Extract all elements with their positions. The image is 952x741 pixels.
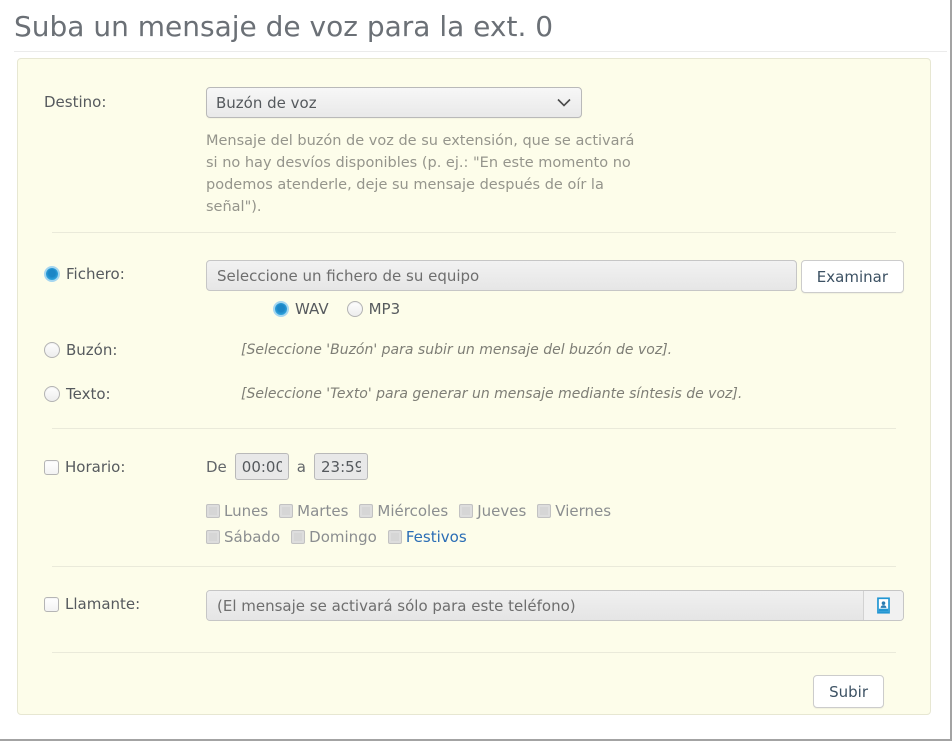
mp3-radio[interactable] xyxy=(347,301,363,317)
horario-label: Horario: xyxy=(65,458,125,476)
festivos-checkbox[interactable] xyxy=(388,530,402,544)
lunes-checkbox[interactable] xyxy=(206,504,220,518)
day-item-domingo: Domingo xyxy=(291,528,377,546)
buzon-hint: [Seleccione 'Buzón' para subir un mensaj… xyxy=(241,336,904,358)
destino-selected-value: Buzón de voz xyxy=(216,94,317,112)
destino-label: Destino: xyxy=(44,93,106,111)
contacts-button[interactable] xyxy=(863,591,903,620)
day-item-lunes: Lunes xyxy=(206,502,268,520)
browse-button[interactable]: Examinar xyxy=(801,260,904,293)
file-input[interactable] xyxy=(206,260,797,291)
buzon-label: Buzón: xyxy=(66,341,117,359)
jueves-label: Jueves xyxy=(477,502,526,520)
caller-input-group xyxy=(206,590,904,621)
martes-label: Martes xyxy=(297,502,348,520)
destino-help-text: Mensaje del buzón de voz de su extensión… xyxy=(206,130,648,218)
texto-row: Texto: [Seleccione 'Texto' para generar … xyxy=(44,380,904,403)
section-divider xyxy=(52,652,896,653)
form-actions: Subir xyxy=(44,675,904,708)
submit-button[interactable]: Subir xyxy=(813,675,884,708)
day-item-sabado: Sábado xyxy=(206,528,280,546)
address-book-icon xyxy=(875,597,892,614)
time-to-label: a xyxy=(297,458,306,476)
jueves-checkbox[interactable] xyxy=(459,504,473,518)
lunes-label: Lunes xyxy=(224,502,268,520)
destino-select[interactable]: Buzón de voz xyxy=(206,87,582,118)
time-from-label: De xyxy=(206,458,227,476)
day-item-martes: Martes xyxy=(279,502,348,520)
section-divider xyxy=(52,232,896,233)
wav-radio[interactable] xyxy=(273,301,289,317)
horario-row: Horario: De a Lunes xyxy=(44,453,904,554)
time-to-input[interactable] xyxy=(314,453,368,480)
llamante-checkbox[interactable] xyxy=(44,597,59,612)
format-row: WAV MP3 xyxy=(273,300,904,318)
window: Suba un mensaje de voz para la ext. 0 De… xyxy=(0,0,952,741)
fichero-row: Fichero: Examinar WAV MP3 xyxy=(44,260,904,318)
festivos-link[interactable]: Festivos xyxy=(406,528,467,546)
mp3-label: MP3 xyxy=(369,300,401,318)
page-title: Suba un mensaje de voz para la ext. 0 xyxy=(0,0,950,51)
upload-form-panel: Destino: Buzón de voz Mensaje del buzón … xyxy=(17,58,931,715)
domingo-label: Domingo xyxy=(309,528,377,546)
llamante-row: Llamante: xyxy=(44,590,904,621)
texto-hint: [Seleccione 'Texto' para generar un mens… xyxy=(241,380,904,402)
days-selector: Lunes Martes Miércoles Jueves xyxy=(206,502,904,546)
texto-label: Texto: xyxy=(66,385,111,403)
viernes-label: Viernes xyxy=(555,502,611,520)
section-divider xyxy=(52,428,896,429)
day-item-festivos: Festivos xyxy=(388,528,467,546)
time-range: De a xyxy=(206,453,904,480)
sabado-label: Sábado xyxy=(224,528,280,546)
day-item-miercoles: Miércoles xyxy=(359,502,448,520)
buzon-radio[interactable] xyxy=(44,342,60,358)
miercoles-label: Miércoles xyxy=(377,502,448,520)
domingo-checkbox[interactable] xyxy=(291,530,305,544)
day-item-jueves: Jueves xyxy=(459,502,526,520)
title-divider xyxy=(14,51,947,52)
miercoles-checkbox[interactable] xyxy=(359,504,373,518)
chevron-down-icon xyxy=(557,98,571,107)
destino-label-col: Destino: xyxy=(44,87,206,111)
viernes-checkbox[interactable] xyxy=(537,504,551,518)
fichero-radio[interactable] xyxy=(44,266,60,282)
destino-row: Destino: Buzón de voz Mensaje del buzón … xyxy=(44,87,904,218)
wav-label: WAV xyxy=(295,300,329,318)
sabado-checkbox[interactable] xyxy=(206,530,220,544)
fichero-label: Fichero: xyxy=(66,265,125,283)
buzon-row: Buzón: [Seleccione 'Buzón' para subir un… xyxy=(44,336,904,359)
section-divider xyxy=(52,566,896,567)
day-item-viernes: Viernes xyxy=(537,502,611,520)
llamante-label: Llamante: xyxy=(65,595,140,613)
texto-radio[interactable] xyxy=(44,386,60,402)
martes-checkbox[interactable] xyxy=(279,504,293,518)
caller-number-input[interactable] xyxy=(207,591,863,620)
horario-checkbox[interactable] xyxy=(44,460,59,475)
time-from-input[interactable] xyxy=(235,453,289,480)
